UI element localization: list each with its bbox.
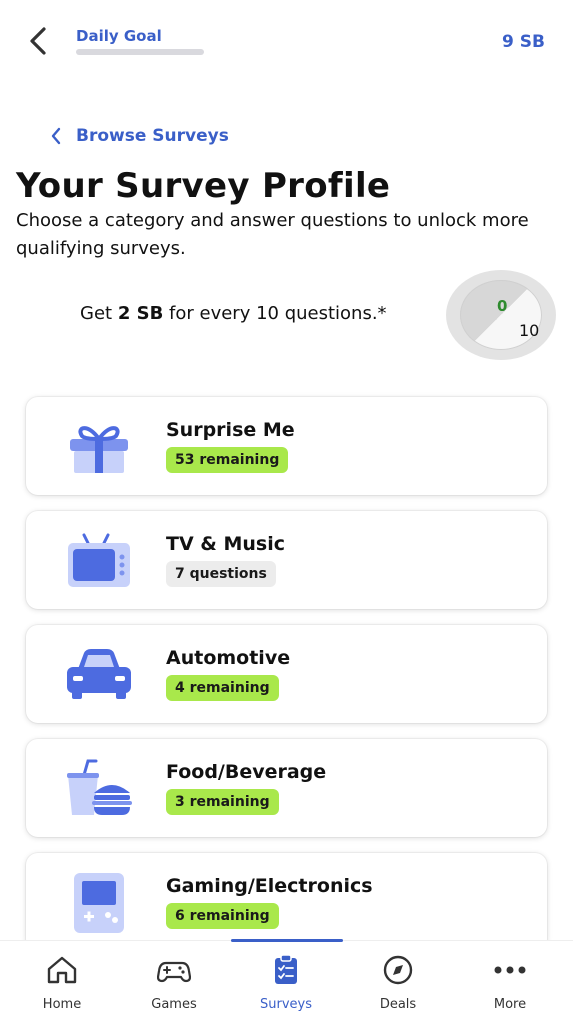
- bottom-tab-bar: Home Games Surveys Deals More: [0, 939, 573, 1020]
- home-icon: [47, 956, 77, 984]
- category-card-tv-music[interactable]: TV & Music 7 questions: [26, 511, 547, 609]
- tab-label: Deals: [379, 997, 417, 1012]
- tv-icon: [68, 533, 130, 587]
- food-drink-icon: [67, 759, 132, 815]
- progress-total: 10: [519, 321, 540, 340]
- category-name: TV & Music: [166, 533, 285, 555]
- daily-goal-label[interactable]: Daily Goal: [76, 27, 162, 45]
- category-name: Automotive: [166, 647, 291, 669]
- category-name: Food/Beverage: [166, 761, 327, 783]
- clipboard-check-icon: [275, 955, 297, 984]
- top-bar: Daily Goal 9 SB: [0, 0, 573, 80]
- browse-surveys-label: Browse Surveys: [76, 126, 229, 146]
- tab-label: Games: [151, 997, 197, 1012]
- reward-info: Get 2 SB for every 10 questions.*: [80, 303, 387, 324]
- daily-goal-progress-bar: [76, 49, 204, 55]
- tab-label: Surveys: [260, 997, 312, 1012]
- active-tab-indicator: [231, 939, 343, 942]
- progress-current: 0: [497, 297, 508, 315]
- gamepad-icon: [157, 961, 191, 983]
- category-card-surprise-me[interactable]: Surprise Me 53 remaining: [26, 397, 547, 495]
- remaining-badge: 3 remaining: [166, 789, 279, 815]
- tab-home[interactable]: Home: [17, 955, 107, 1012]
- category-list: Surprise Me 53 remaining TV & Music 7 qu…: [26, 397, 547, 967]
- page-title: Your Survey Profile: [16, 166, 391, 206]
- tab-games[interactable]: Games: [129, 955, 219, 1012]
- page-subtitle: Choose a category and answer questions t…: [16, 210, 529, 259]
- category-card-food-beverage[interactable]: Food/Beverage 3 remaining: [26, 739, 547, 837]
- progress-ring-inner: 0 10: [460, 280, 542, 350]
- more-dots-icon: [494, 966, 526, 974]
- remaining-badge: 4 remaining: [166, 675, 279, 701]
- browse-surveys-link[interactable]: Browse Surveys: [50, 126, 229, 146]
- game-console-icon: [74, 873, 124, 933]
- category-name: Gaming/Electronics: [166, 875, 373, 897]
- tab-more[interactable]: More: [465, 955, 555, 1012]
- tab-surveys[interactable]: Surveys: [241, 955, 331, 1012]
- compass-icon: [383, 955, 413, 985]
- category-card-gaming-electronics[interactable]: Gaming/Electronics 6 remaining: [26, 853, 547, 951]
- reward-prefix: Get: [80, 303, 118, 324]
- remaining-badge: 6 remaining: [166, 903, 279, 929]
- questions-badge: 7 questions: [166, 561, 276, 587]
- tab-label: More: [493, 997, 527, 1012]
- question-progress-indicator: 0 10: [446, 270, 556, 360]
- tab-deals[interactable]: Deals: [353, 955, 443, 1012]
- gift-icon: [70, 426, 128, 473]
- chevron-left-icon[interactable]: [24, 24, 54, 58]
- car-icon: [67, 649, 131, 699]
- category-name: Surprise Me: [166, 419, 295, 441]
- sb-balance[interactable]: 9 SB: [502, 32, 545, 52]
- tab-label: Home: [42, 997, 82, 1012]
- reward-suffix: for every 10 questions.*: [163, 303, 387, 324]
- remaining-badge: 53 remaining: [166, 447, 289, 473]
- category-card-automotive[interactable]: Automotive 4 remaining: [26, 625, 547, 723]
- chevron-left-icon: [51, 127, 61, 145]
- reward-amount: 2 SB: [117, 303, 164, 324]
